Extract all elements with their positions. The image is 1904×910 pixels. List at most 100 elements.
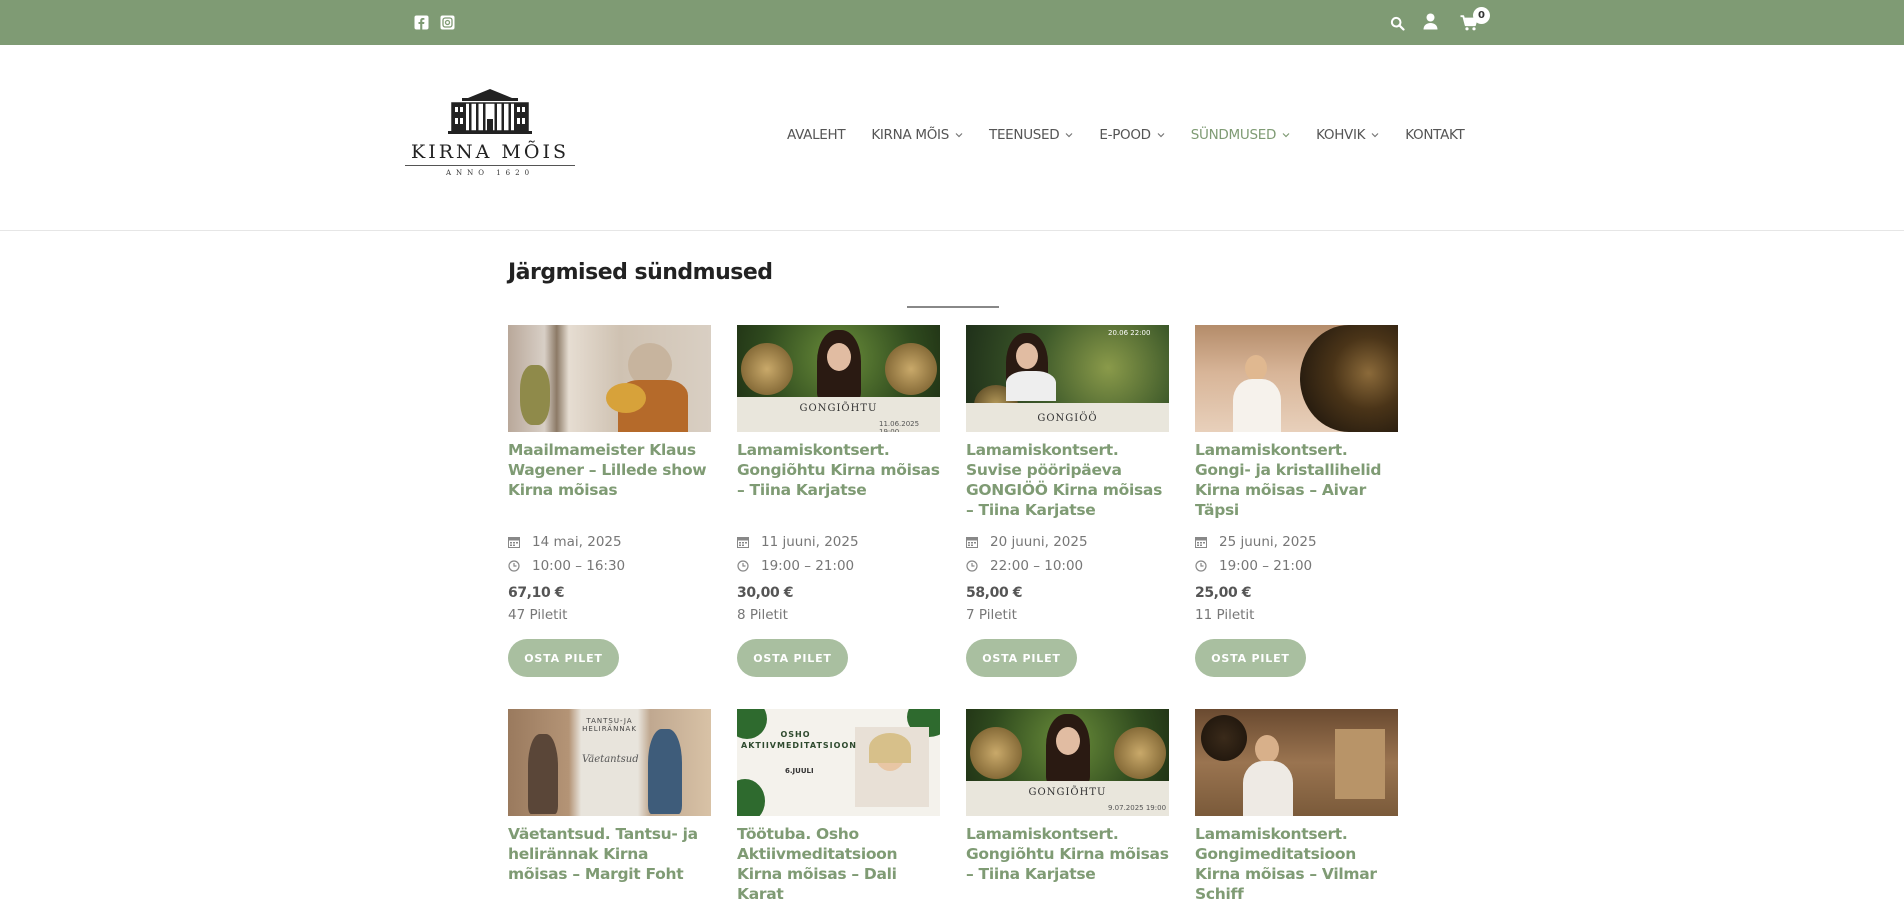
- nav-item-kirna-mois[interactable]: KIRNA MÕIS: [871, 127, 963, 143]
- top-bar: 0: [0, 0, 1904, 45]
- image-caption: GONGIÕHTU: [799, 403, 878, 414]
- event-title[interactable]: Lamamiskontsert. Gongimeditatsioon Kirna…: [1195, 824, 1399, 904]
- event-meta: 20 juuni, 2025 22:00 – 10:00: [966, 530, 1170, 578]
- buy-ticket-button[interactable]: OSTA PILET: [508, 639, 619, 677]
- clock-icon: [966, 560, 978, 572]
- event-price: 30,00 €: [737, 585, 794, 601]
- image-caption: GONGIÕHTU: [1028, 787, 1107, 798]
- calendar-icon: [1195, 537, 1207, 548]
- buy-ticket-button[interactable]: OSTA PILET: [737, 639, 848, 677]
- event-tickets: 7 Piletit: [966, 607, 1017, 623]
- chevron-down-icon: [1065, 133, 1073, 138]
- image-date: 6.JUULI: [785, 767, 814, 775]
- image-date: 20.06 22:00: [1108, 329, 1151, 337]
- event-title[interactable]: Väetantsud. Tantsu- ja helirännak Kirna …: [508, 824, 712, 904]
- event-image[interactable]: OSHO AKTIIVMEDITATSIOON 6.JUULI: [737, 709, 940, 816]
- event-date: 25 juuni, 2025: [1219, 534, 1317, 550]
- event-title[interactable]: Lamamiskontsert. Suvise pööripäeva GONGI…: [966, 440, 1170, 520]
- cart-button[interactable]: 0: [1460, 7, 1490, 35]
- chevron-down-icon: [1282, 133, 1290, 138]
- event-image[interactable]: TANTSU-JA HELIRÄNNAK Väetantsud: [508, 709, 711, 816]
- chevron-down-icon: [1371, 133, 1379, 138]
- section-title: Järgmised sündmused: [508, 260, 773, 285]
- event-image[interactable]: GONGIÕHTU 9.07.2025 19:00: [966, 709, 1169, 816]
- nav-item-sundmused[interactable]: SÜNDMUSED: [1191, 127, 1290, 143]
- event-tickets: 11 Piletit: [1195, 607, 1255, 623]
- event-meta: 25 juuni, 2025 19:00 – 21:00: [1195, 530, 1399, 578]
- calendar-icon: [966, 537, 978, 548]
- nav-item-kohvik[interactable]: KOHVIK: [1316, 127, 1379, 143]
- event-date: 20 juuni, 2025: [990, 534, 1088, 550]
- event-card: OSHO AKTIIVMEDITATSIOON 6.JUULI Töötuba.…: [737, 709, 941, 904]
- social-links: [414, 15, 455, 30]
- facebook-icon[interactable]: [414, 15, 429, 30]
- instagram-icon[interactable]: [440, 15, 455, 30]
- image-date: 11.06.2025 19:00: [879, 420, 920, 432]
- event-card: GONGIÖÖ 20.06 22:00 Lamamiskontsert. Suv…: [966, 325, 1170, 677]
- event-date: 14 mai, 2025: [532, 534, 622, 550]
- event-card: GONGIÕHTU 9.07.2025 19:00 Lamamiskontser…: [966, 709, 1170, 904]
- event-title[interactable]: Maailmameister Klaus Wagener – Lillede s…: [508, 440, 712, 520]
- title-divider: [907, 306, 999, 308]
- nav-item-label: KONTAKT: [1405, 127, 1465, 143]
- event-image[interactable]: GONGIÕHTU 11.06.2025 19:00: [737, 325, 940, 432]
- site-header: KIRNA MÕIS ANNO 1620 AVALEHT KIRNA MÕIS …: [0, 45, 1904, 231]
- nav-item-label: SÜNDMUSED: [1190, 127, 1277, 143]
- event-card: Lamamiskontsert. Gongimeditatsioon Kirna…: [1195, 709, 1399, 904]
- event-date: 11 juuni, 2025: [761, 534, 859, 550]
- nav-item-e-pood[interactable]: E-POOD: [1099, 127, 1165, 143]
- event-price: 58,00 €: [966, 585, 1023, 601]
- chevron-down-icon: [1157, 133, 1165, 138]
- event-image[interactable]: GONGIÖÖ 20.06 22:00: [966, 325, 1169, 432]
- event-image[interactable]: [1195, 325, 1398, 432]
- image-script: Väetantsud: [582, 754, 639, 765]
- nav-item-label: TEENUSED: [989, 127, 1060, 143]
- event-price: 67,10 €: [508, 585, 565, 601]
- nav-item-label: AVALEHT: [787, 127, 846, 143]
- event-time: 19:00 – 21:00: [761, 558, 855, 574]
- nav-item-avaleht[interactable]: AVALEHT: [787, 127, 846, 143]
- manor-house-icon: [448, 89, 532, 134]
- event-time: 19:00 – 21:00: [1219, 558, 1313, 574]
- image-caption: OSHO AKTIIVMEDITATSIOON: [741, 730, 857, 750]
- event-image[interactable]: [1195, 709, 1398, 816]
- event-card: Lamamiskontsert. Gongi- ja kristalliheli…: [1195, 325, 1399, 677]
- event-time: 10:00 – 16:30: [532, 558, 626, 574]
- site-logo[interactable]: KIRNA MÕIS ANNO 1620: [405, 87, 575, 193]
- clock-icon: [737, 560, 749, 572]
- calendar-icon: [737, 537, 749, 548]
- event-title[interactable]: Lamamiskontsert. Gongi- ja kristalliheli…: [1195, 440, 1399, 520]
- event-card: TANTSU-JA HELIRÄNNAK Väetantsud Väetants…: [508, 709, 712, 904]
- event-title[interactable]: Lamamiskontsert. Gongiõhtu Kirna mõisas …: [737, 440, 941, 520]
- event-tickets: 47 Piletit: [508, 607, 568, 623]
- nav-item-label: KIRNA MÕIS: [871, 127, 949, 143]
- user-icon[interactable]: [1423, 13, 1438, 34]
- logo-divider: [405, 165, 575, 166]
- event-title[interactable]: Lamamiskontsert. Gongiõhtu Kirna mõisas …: [966, 824, 1170, 904]
- logo-name: KIRNA MÕIS: [411, 141, 569, 163]
- event-card: Maailmameister Klaus Wagener – Lillede s…: [508, 325, 712, 677]
- event-title[interactable]: Töötuba. Osho Aktiivmeditatsioon Kirna m…: [737, 824, 941, 904]
- event-tickets: 8 Piletit: [737, 607, 788, 623]
- clock-icon: [1195, 560, 1207, 572]
- nav-item-label: E-POOD: [1099, 127, 1151, 143]
- event-meta: 14 mai, 2025 10:00 – 16:30: [508, 530, 712, 578]
- nav-item-teenused[interactable]: TEENUSED: [989, 127, 1073, 143]
- buy-ticket-button[interactable]: OSTA PILET: [1195, 639, 1306, 677]
- event-image[interactable]: [508, 325, 711, 432]
- calendar-icon: [508, 537, 520, 548]
- cart-count-badge: 0: [1473, 7, 1490, 24]
- image-caption: TANTSU-JA HELIRÄNNAK: [582, 717, 637, 733]
- nav-item-label: KOHVIK: [1316, 127, 1366, 143]
- search-icon[interactable]: [1390, 16, 1405, 35]
- event-card: GONGIÕHTU 11.06.2025 19:00 Lamamiskontse…: [737, 325, 941, 677]
- event-meta: 11 juuni, 2025 19:00 – 21:00: [737, 530, 941, 578]
- nav-item-kontakt[interactable]: KONTAKT: [1405, 127, 1465, 143]
- buy-ticket-button[interactable]: OSTA PILET: [966, 639, 1077, 677]
- clock-icon: [508, 560, 520, 572]
- event-price: 25,00 €: [1195, 585, 1252, 601]
- logo-anno: ANNO 1620: [445, 169, 535, 177]
- image-caption: GONGIÖÖ: [1037, 413, 1098, 424]
- header-tools: 0: [1390, 7, 1490, 35]
- event-time: 22:00 – 10:00: [990, 558, 1084, 574]
